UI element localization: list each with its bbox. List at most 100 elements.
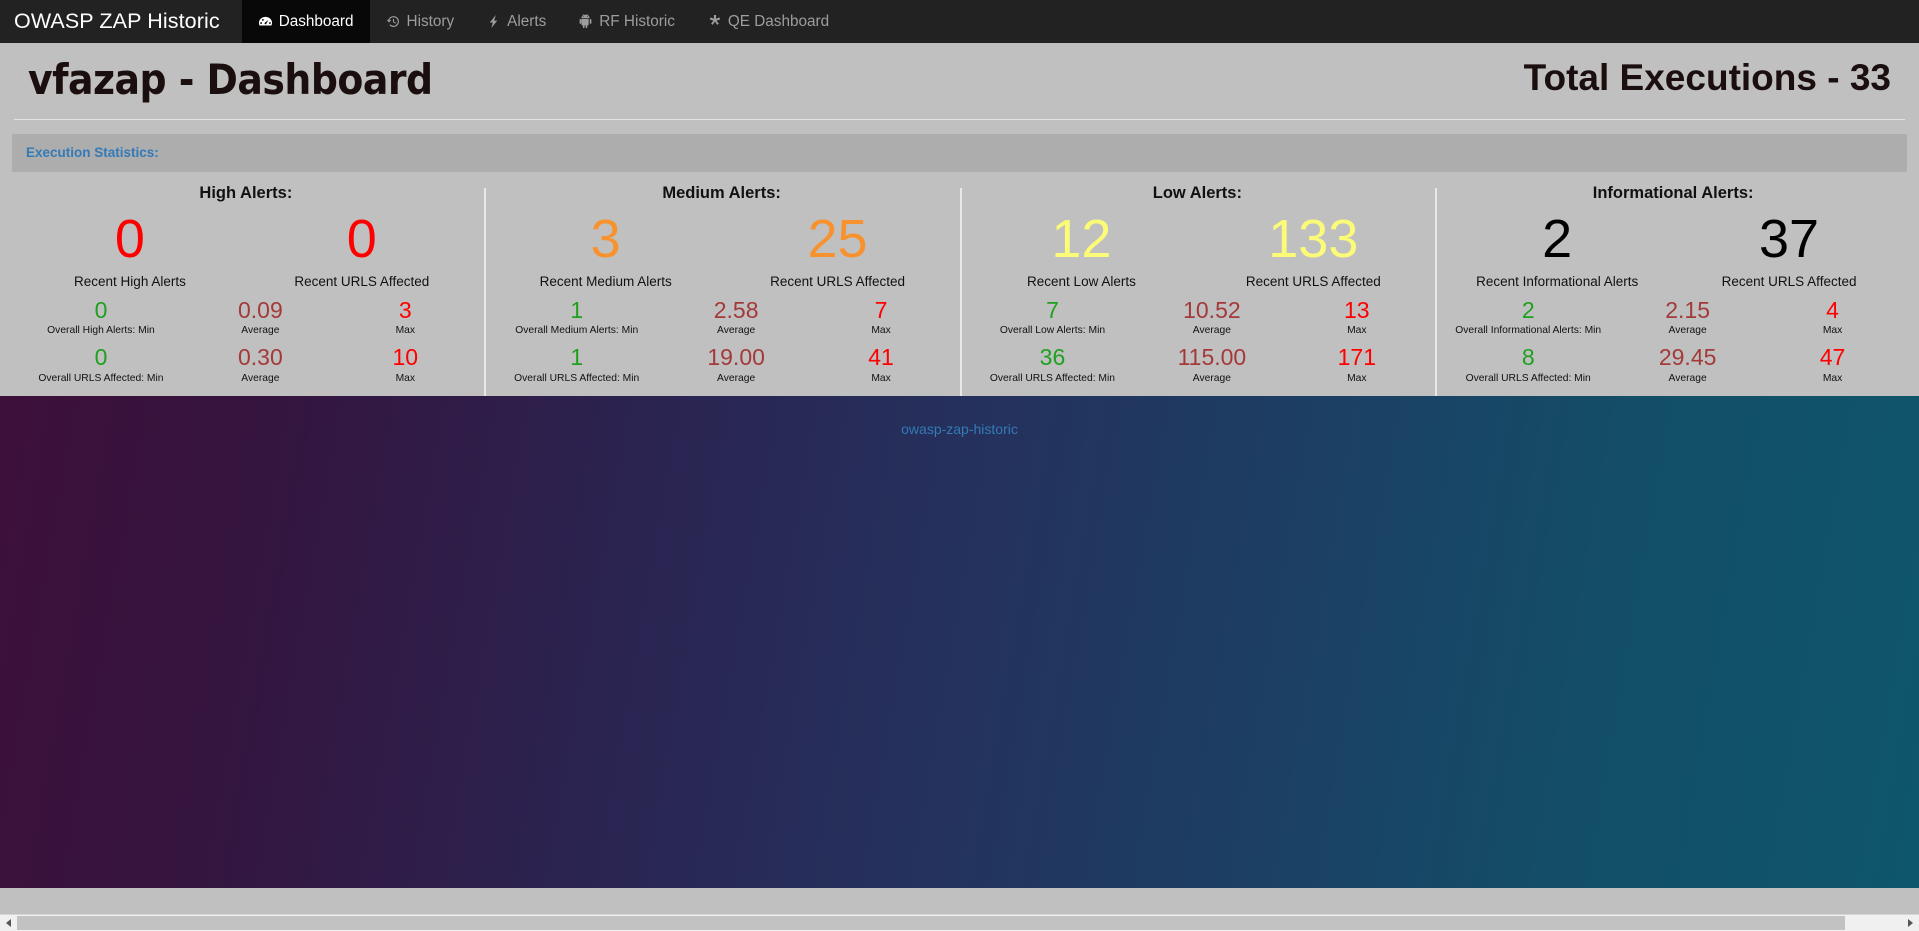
low-urls-avg-value: 115.00 <box>1177 344 1247 371</box>
panel-medium-alerts: Medium Alerts: 3 Recent Medium Alerts 25… <box>483 184 960 403</box>
panel-informational-alerts-column: 2 Recent Informational Alerts <box>1441 209 1673 289</box>
low-alerts-avg-value: 10.52 <box>1183 296 1241 323</box>
high-urls-min-label: Overall URLS Affected: Min <box>38 372 164 384</box>
informational-urls-stats-row: 8 Overall URLS Affected: Min 29.45 Avera… <box>1441 344 1905 383</box>
medium-alerts-avg-value: 2.58 <box>713 296 759 323</box>
chevron-left-icon <box>6 919 11 927</box>
total-executions: Total Executions - 33 <box>1523 57 1891 98</box>
low-alerts-avg-label: Average <box>1192 325 1231 337</box>
informational-urls-max-cell: 47 Max <box>1760 344 1905 383</box>
scroll-right-button[interactable] <box>1902 915 1919 931</box>
high-alerts-max-label: Max <box>395 325 416 337</box>
hero-gradient-section: owasp-zap-historic <box>0 395 1919 888</box>
high-recent-alerts-value: 0 <box>114 209 145 269</box>
horizontal-scrollbar[interactable] <box>0 914 1919 931</box>
informational-alerts-stats-row: 2 Overall Informational Alerts: Min 2.15… <box>1441 297 1905 336</box>
high-alerts-min-value: 0 <box>94 296 108 323</box>
informational-alerts-max-label: Max <box>1822 325 1843 337</box>
execution-statistics-label: Execution Statistics: <box>26 145 159 160</box>
medium-urls-avg-cell: 19.00 Average <box>664 344 809 383</box>
owasp-zap-historic-link[interactable]: owasp-zap-historic <box>0 421 1919 437</box>
informational-alerts-max-value: 4 <box>1826 296 1839 323</box>
panel-title-medium: Medium Alerts: <box>662 184 781 202</box>
page-header: vfazap - Dashboard Total Executions - 33 <box>14 43 1905 120</box>
medium-alerts-max-label: Max <box>871 325 891 337</box>
high-alerts-min-cell: 0 Overall High Alerts: Min <box>14 297 188 336</box>
low-alerts-max-cell: 13 Max <box>1284 297 1429 336</box>
low-recent-alerts-value: 12 <box>1051 209 1112 269</box>
android-icon <box>578 14 593 29</box>
low-alerts-stats-row: 7 Overall Low Alerts: Min 10.52 Average … <box>966 297 1430 336</box>
panel-title-low: Low Alerts: <box>1152 184 1242 202</box>
informational-alerts-avg-cell: 2.15 Average <box>1615 297 1760 336</box>
low-urls-stats-row: 36 Overall URLS Affected: Min 115.00 Ave… <box>966 344 1430 383</box>
informational-urls-max-label: Max <box>1822 372 1843 384</box>
high-urls-avg-value: 0.30 <box>238 344 283 371</box>
high-alerts-max-cell: 3 Max <box>333 297 478 336</box>
nav-item-rf-historic[interactable]: RF Historic <box>562 0 691 43</box>
low-alerts-min-label: Overall Low Alerts: Min <box>999 325 1106 337</box>
nav-item-history[interactable]: History <box>370 0 471 43</box>
chevron-right-icon <box>1908 919 1913 927</box>
nav-item-qe-dashboard[interactable]: QE Dashboard <box>691 0 845 43</box>
high-urls-stats-row: 0 Overall URLS Affected: Min 0.30 Averag… <box>14 344 478 383</box>
nav-item-dashboard[interactable]: Dashboard <box>241 0 370 43</box>
high-urls-max-label: Max <box>395 372 416 384</box>
high-recent-urls-value: 0 <box>346 209 377 269</box>
medium-urls-stats-row: 1 Overall URLS Affected: Min 19.00 Avera… <box>490 344 954 383</box>
informational-recent-alerts-caption: Recent Informational Alerts <box>1476 273 1639 289</box>
panel-medium-alerts-column: 3 Recent Medium Alerts <box>490 209 722 289</box>
top-navbar: OWASP ZAP Historic Dashboard History Ale… <box>0 0 1919 43</box>
medium-alerts-min-value: 1 <box>570 296 584 323</box>
low-alerts-max-label: Max <box>1347 325 1367 337</box>
high-alerts-avg-value: 0.09 <box>238 296 283 323</box>
navbar-brand[interactable]: OWASP ZAP Historic <box>0 0 242 43</box>
nav-label-rf-historic: RF Historic <box>599 12 675 30</box>
panel-high-urls-column: 0 Recent URLS Affected <box>246 209 478 289</box>
low-urls-max-value: 171 <box>1337 344 1376 371</box>
statistics-grid: High Alerts: 0 Recent High Alerts 0 Rece… <box>0 184 1919 403</box>
panel-low-alerts: Low Alerts: 12 Recent Low Alerts 133 Rec… <box>959 184 1436 403</box>
medium-urls-max-value: 41 <box>868 344 894 371</box>
low-alerts-min-value: 7 <box>1046 296 1059 323</box>
medium-urls-max-cell: 41 Max <box>809 344 954 383</box>
panel-medium-urls-column: 25 Recent URLS Affected <box>722 209 954 289</box>
tachometer-icon <box>258 14 273 29</box>
informational-urls-min-label: Overall URLS Affected: Min <box>1465 372 1591 384</box>
low-urls-min-label: Overall URLS Affected: Min <box>989 372 1116 384</box>
informational-urls-min-value: 8 <box>1521 344 1535 371</box>
panel-high-alerts-column: 0 Recent High Alerts <box>14 209 246 289</box>
medium-alerts-max-cell: 7 Max <box>809 297 954 336</box>
medium-recent-urls-caption: Recent URLS Affected <box>770 273 905 289</box>
informational-alerts-max-cell: 4 Max <box>1760 297 1905 336</box>
informational-urls-max-value: 47 <box>1819 344 1846 371</box>
informational-recent-alerts-value: 2 <box>1542 209 1573 269</box>
scrollbar-track[interactable] <box>17 915 1902 931</box>
nav-label-alerts: Alerts <box>507 12 547 30</box>
medium-urls-min-label: Overall URLS Affected: Min <box>514 372 640 384</box>
medium-alerts-min-cell: 1 Overall Medium Alerts: Min <box>490 297 664 336</box>
medium-urls-min-value: 1 <box>570 344 584 371</box>
panel-informational-alerts: Informational Alerts: 2 Recent Informati… <box>1435 184 1911 403</box>
low-urls-avg-cell: 115.00 Average <box>1139 344 1284 383</box>
execution-statistics-bar: Execution Statistics: <box>12 134 1907 172</box>
scrollbar-thumb[interactable] <box>17 916 1846 930</box>
low-urls-avg-label: Average <box>1192 372 1231 384</box>
high-urls-min-cell: 0 Overall URLS Affected: Min <box>14 344 188 383</box>
low-urls-min-value: 36 <box>1039 344 1066 371</box>
nav-item-alerts[interactable]: Alerts <box>470 0 562 43</box>
scroll-left-button[interactable] <box>0 915 17 931</box>
informational-alerts-min-label: Overall Informational Alerts: Min <box>1455 325 1602 337</box>
high-recent-alerts-caption: Recent High Alerts <box>74 273 186 289</box>
panel-high-alerts: High Alerts: 0 Recent High Alerts 0 Rece… <box>8 184 484 384</box>
low-alerts-min-cell: 7 Overall Low Alerts: Min <box>966 297 1140 336</box>
medium-alerts-avg-label: Average <box>717 325 756 337</box>
medium-recent-alerts-caption: Recent Medium Alerts <box>539 273 672 289</box>
low-recent-urls-value: 133 <box>1268 209 1359 269</box>
panel-title-informational: Informational Alerts: <box>1592 184 1754 202</box>
high-urls-avg-label: Average <box>241 372 280 384</box>
nav-label-qe-dashboard: QE Dashboard <box>727 12 830 30</box>
low-urls-min-cell: 36 Overall URLS Affected: Min <box>966 344 1140 383</box>
panel-title-high: High Alerts: <box>199 184 293 202</box>
informational-alerts-min-cell: 2 Overall Informational Alerts: Min <box>1441 297 1615 336</box>
